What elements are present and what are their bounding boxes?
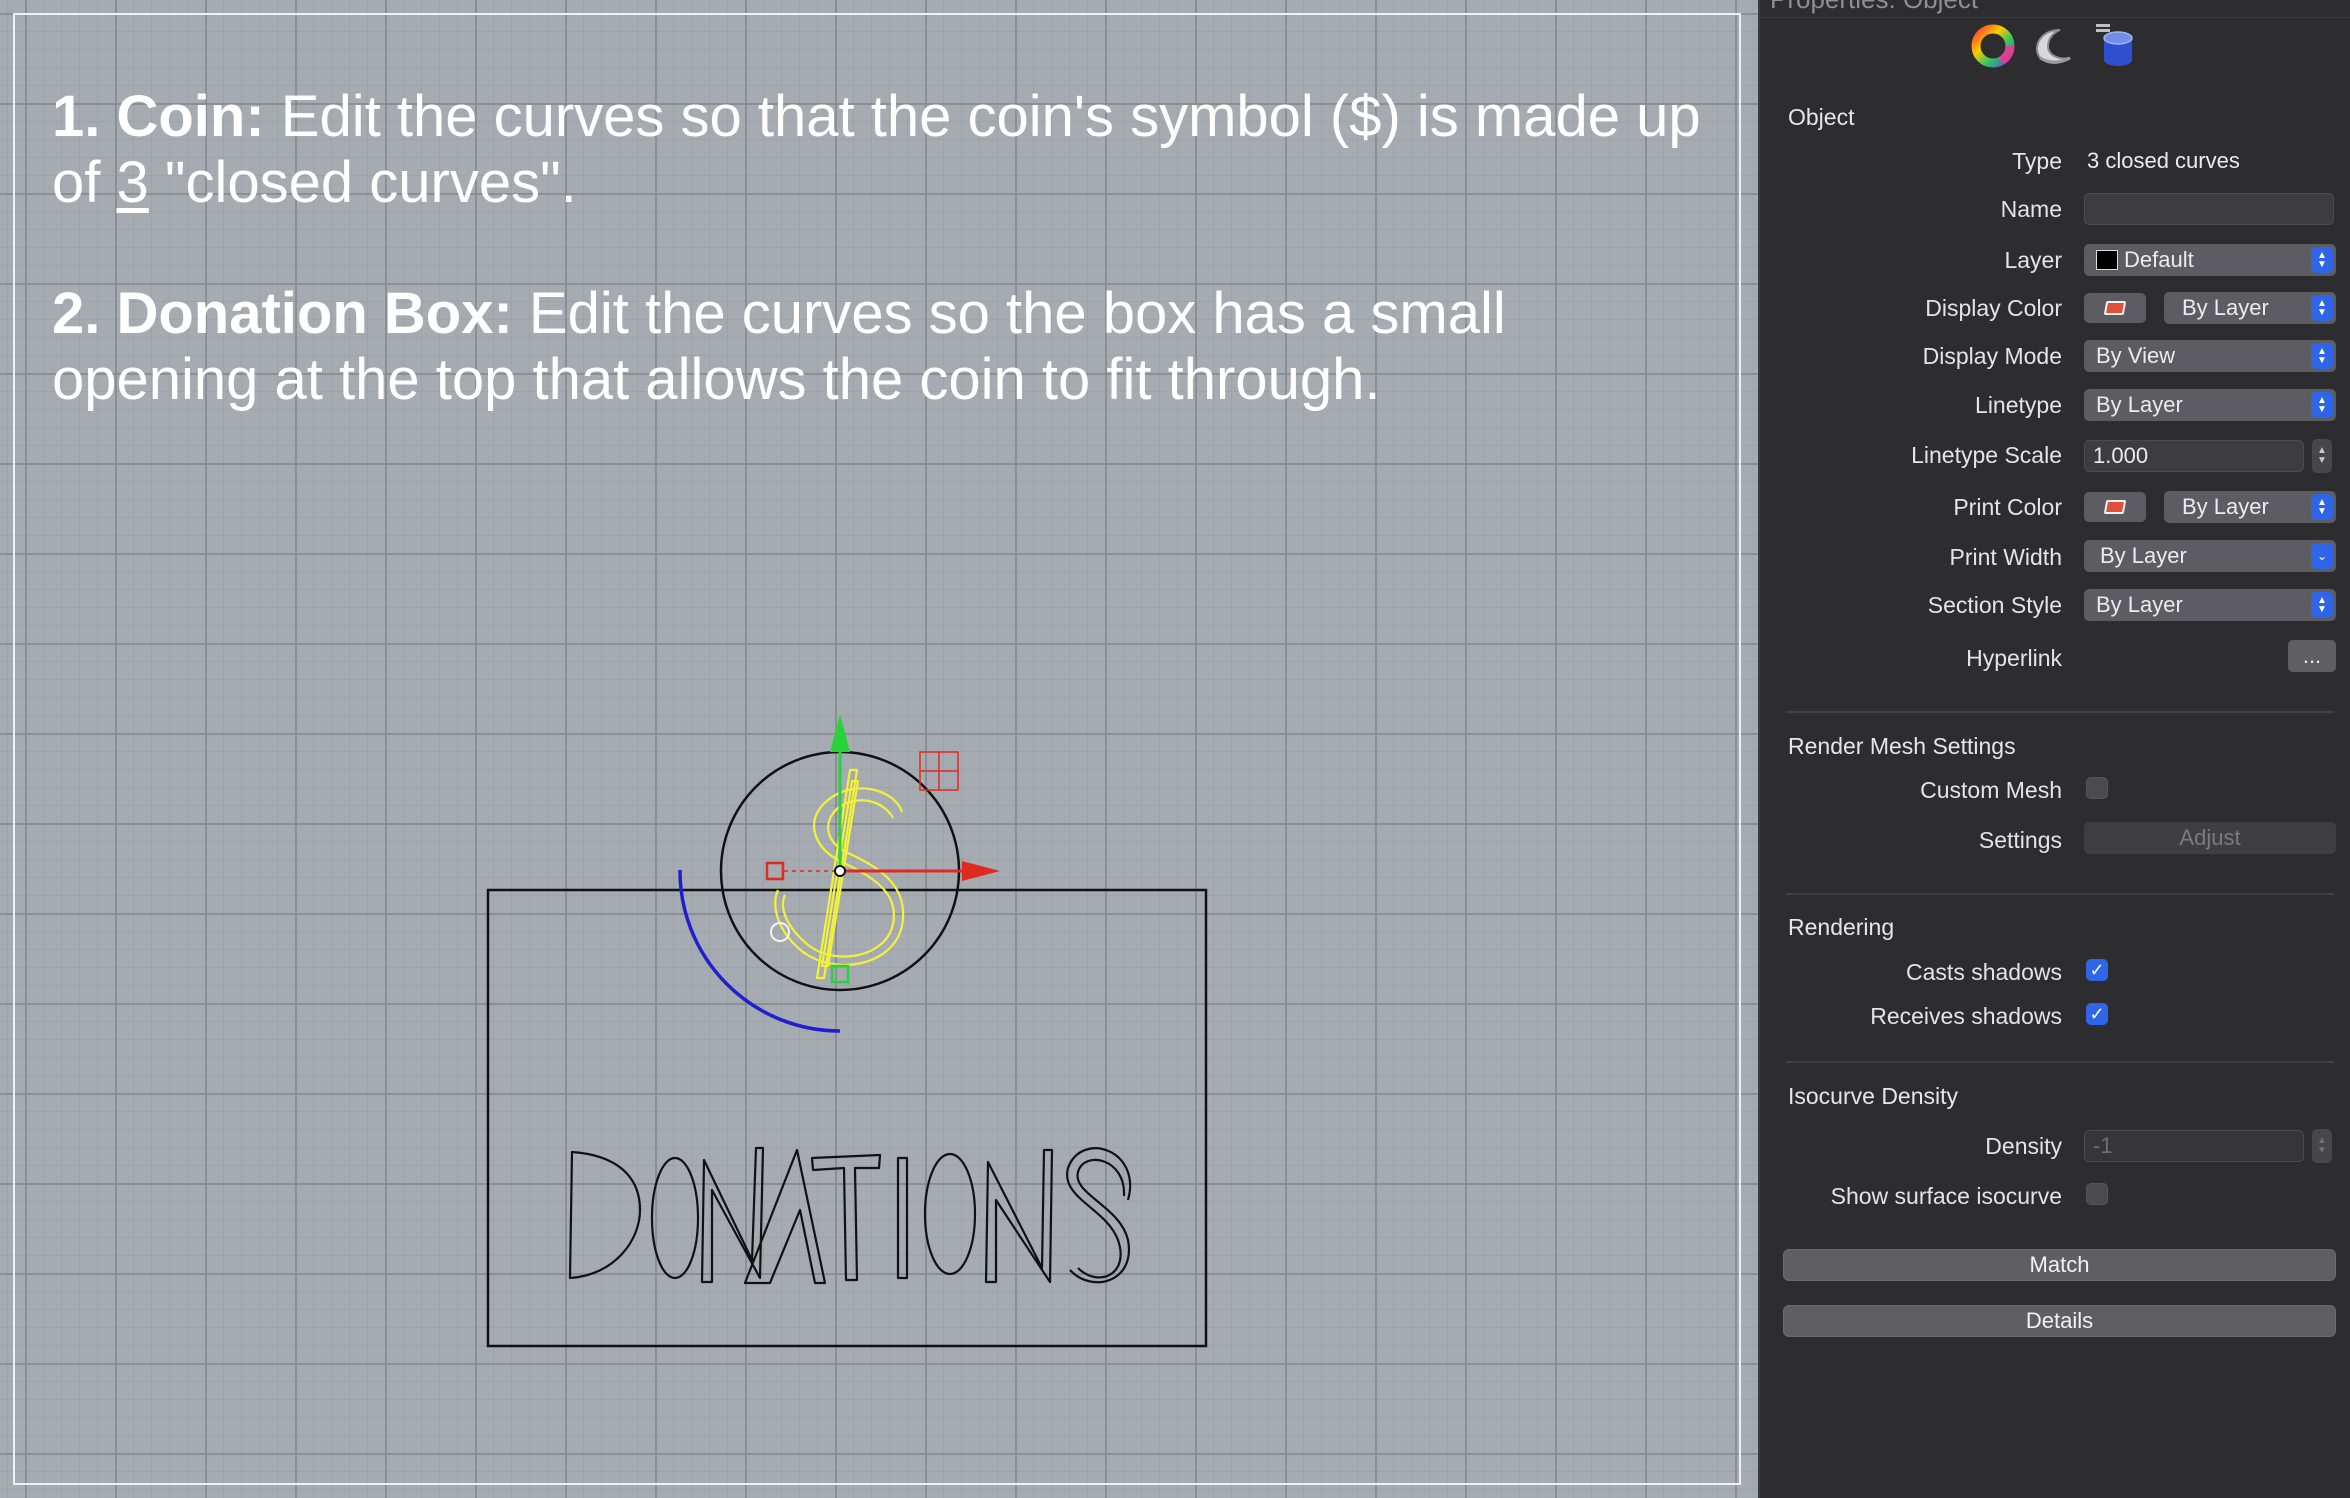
layer-select-value: Default [2124,247,2194,272]
separator [1786,1061,2334,1063]
linetype-scale-stepper[interactable]: ▲ ▼ [2312,439,2332,473]
section-style-select[interactable]: By Layer ▲ ▼ [2084,589,2336,621]
casts-shadows-label: Casts shadows [1906,959,2062,985]
linetype-scale-label: Linetype Scale [1911,442,2062,468]
linetype-chevron-icon: ▲ ▼ [2311,392,2333,418]
scene-canvas[interactable] [0,0,1758,1498]
print-color-chip-icon [2103,500,2127,514]
linetype-label: Linetype [1975,392,2062,418]
print-color-label: Print Color [1953,494,2062,520]
layer-select[interactable]: Default ▲ ▼ [2084,244,2336,276]
display-mode-value: By View [2096,343,2176,368]
section-style-label: Section Style [1927,592,2062,618]
display-color-chip-icon [2103,301,2127,315]
layer-cylinder-icon[interactable] [2090,22,2138,70]
linetype-select[interactable]: By Layer ▲ ▼ [2084,389,2336,421]
print-color-value: By Layer [2182,494,2269,519]
display-color-label: Display Color [1925,295,2062,321]
viewport[interactable]: 1. Coin: Edit the curves so that the coi… [0,0,1758,1498]
type-label: Type [2012,148,2062,174]
print-color-swatch[interactable] [2084,492,2146,522]
casts-shadows-checkbox[interactable]: ✓ [2086,959,2108,981]
display-color-swatch[interactable] [2084,293,2146,323]
match-button[interactable]: Match [1783,1249,2336,1281]
gumball-y-arrow-icon[interactable] [830,714,850,752]
display-color-chevron-icon: ▲ ▼ [2311,295,2333,321]
gumball-plane-handle[interactable] [919,751,959,791]
density-label: Density [1985,1133,2062,1159]
separator [1786,893,2334,895]
separator [1786,711,2334,713]
section-rendering: Rendering [1788,914,1895,940]
display-mode-select[interactable]: By View ▲ ▼ [2084,340,2336,372]
density-stepper[interactable]: ▲ ▼ [2312,1129,2332,1163]
display-mode-label: Display Mode [1922,343,2062,369]
layer-color-swatch [2096,250,2118,270]
section-isocurve: Isocurve Density [1788,1083,1959,1109]
details-button[interactable]: Details [1783,1305,2336,1337]
print-color-chevron-icon: ▲ ▼ [2311,494,2333,520]
show-isocurve-checkbox[interactable] [2086,1183,2108,1205]
display-color-value: By Layer [2182,295,2269,320]
receives-shadows-label: Receives shadows [1870,1003,2062,1029]
panel-title: Properties: Object [1770,0,1978,15]
layer-chevron-icon: ▲ ▼ [2311,247,2333,273]
material-icon[interactable] [2028,22,2076,70]
type-value: 3 closed curves [2087,148,2240,173]
gumball-x-arrow-icon[interactable] [962,861,1000,881]
custom-mesh-label: Custom Mesh [1920,777,2062,803]
hyperlink-button[interactable]: ... [2288,640,2336,672]
panel-title-rule [1760,17,2350,18]
gumball-origin[interactable] [834,865,846,877]
print-width-select[interactable]: By Layer ⌄ [2084,540,2336,572]
section-style-value: By Layer [2096,592,2183,617]
print-width-value: By Layer [2100,543,2187,568]
name-label: Name [2000,196,2062,222]
linetype-scale-input[interactable]: 1.000 [2084,440,2304,472]
donations-lettering-curves[interactable] [568,1146,1132,1285]
hyperlink-label: Hyperlink [1966,645,2062,671]
print-color-select[interactable]: By Layer ▲ ▼ [2164,491,2336,523]
print-width-chevron-icon: ⌄ [2311,543,2333,569]
display-mode-chevron-icon: ▲ ▼ [2311,343,2333,369]
show-isocurve-label: Show surface isocurve [1830,1183,2062,1209]
section-render-mesh: Render Mesh Settings [1788,733,2016,759]
receives-shadows-checkbox[interactable]: ✓ [2086,1003,2108,1025]
properties-panel: Properties: Object Object Type 3 closed … [1758,0,2350,1498]
color-wheel-icon[interactable] [1969,22,2017,70]
custom-mesh-checkbox[interactable] [2086,777,2108,799]
layer-label: Layer [2004,247,2062,273]
density-input[interactable]: -1 [2084,1130,2304,1162]
print-width-label: Print Width [1949,544,2062,570]
section-style-chevron-icon: ▲ ▼ [2311,592,2333,618]
settings-label: Settings [1978,827,2062,853]
linetype-value: By Layer [2096,392,2183,417]
name-input[interactable] [2084,193,2334,225]
display-color-select[interactable]: By Layer ▲ ▼ [2164,292,2336,324]
adjust-button[interactable]: Adjust [2084,822,2336,854]
section-object: Object [1788,104,1855,130]
